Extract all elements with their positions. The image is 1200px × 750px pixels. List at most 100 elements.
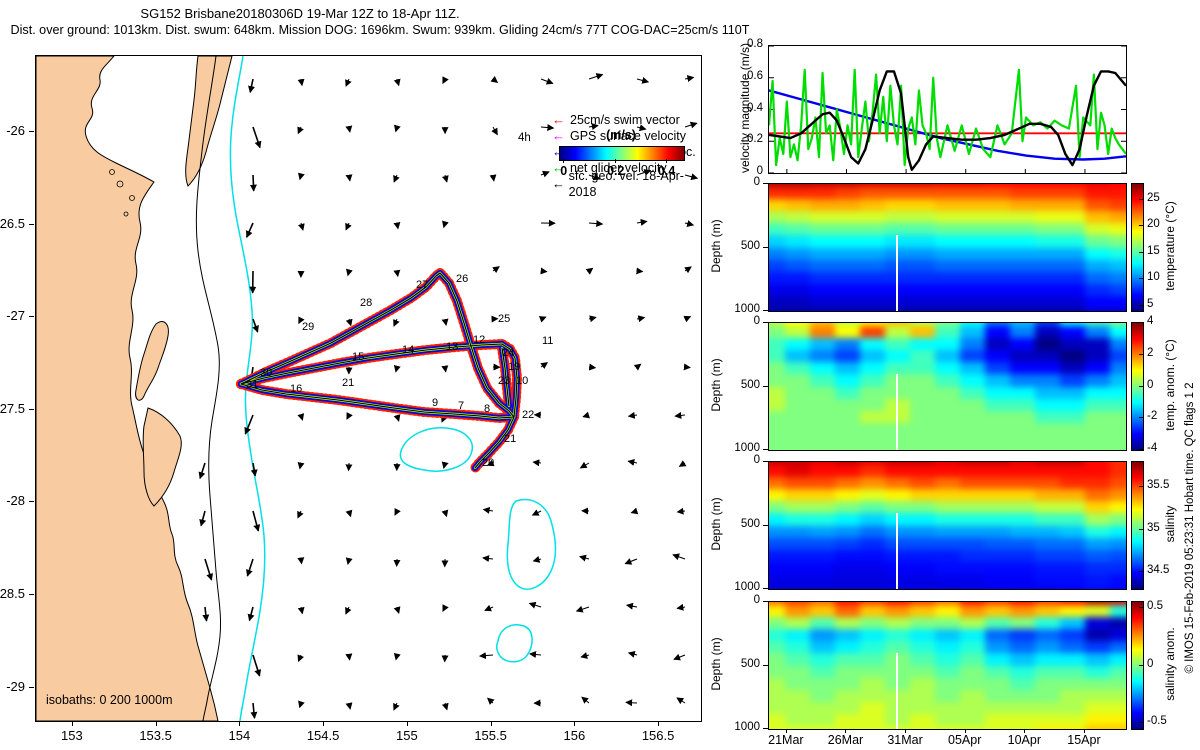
lon-tick: [574, 721, 576, 726]
heat-cell: [960, 585, 987, 589]
current-vector-arrow: [204, 558, 214, 581]
current-vector-arrow: [580, 652, 590, 659]
colorbar-tick-label: -2: [1147, 410, 1158, 423]
heat-cell: [985, 725, 1012, 729]
colorbar-tick: [1139, 449, 1143, 450]
current-vector-arrow: [297, 222, 305, 231]
current-vector-arrow: [246, 558, 254, 577]
dive-number-label: 8: [484, 403, 490, 415]
lon-tick-label: 154: [228, 728, 251, 743]
current-vector-arrow: [624, 558, 638, 565]
heat-cell: [935, 725, 962, 729]
current-vector-arrow: [676, 507, 686, 515]
vel-ytick-label: 0.8: [747, 38, 763, 50]
current-vector-arrow: [482, 506, 494, 514]
current-vector-arrow: [630, 507, 639, 515]
heat-cell: [1010, 307, 1037, 311]
current-vector-arrow: [676, 603, 686, 611]
legend-window-label: 4h: [518, 132, 531, 144]
lon-tick-label: 153.5: [139, 728, 172, 743]
current-vector-arrow: [636, 77, 650, 84]
temperature-depth-axis-label: Depth (m): [709, 219, 723, 273]
current-vector-arrow: [627, 411, 638, 419]
current-vector-arrow: [199, 510, 207, 527]
salinity-anomaly-panel: [768, 601, 1127, 730]
colorbar-tick-label: 4: [1147, 315, 1154, 327]
land-polygon: [135, 321, 169, 401]
colorbar-tick: [1139, 571, 1143, 573]
heat-cell: [1110, 307, 1126, 311]
dive-number-label: 29: [302, 321, 314, 333]
current-vector-arrow: [345, 653, 353, 661]
lon-tick-label: 153: [60, 728, 83, 743]
lat-tick-label: -27: [6, 308, 25, 324]
depth-tick: [763, 461, 768, 462]
current-vector-arrow: [252, 126, 262, 149]
dive-number-label: 14: [402, 344, 414, 356]
dive-number-label: 22: [522, 409, 534, 421]
colorbar-tick: [1139, 322, 1143, 323]
colorbar-tick-label: 15: [1147, 244, 1160, 257]
time-tick-label: 10Apr: [1007, 733, 1041, 747]
heat-cell: [1035, 585, 1062, 589]
current-vector-arrow: [627, 459, 638, 466]
colorbar-tick: [1139, 353, 1143, 355]
current-vector-arrow: [252, 654, 262, 677]
current-vector-arrow: [588, 220, 604, 228]
heat-cell: [860, 725, 887, 729]
dive-number-label: 27: [416, 279, 428, 291]
islet: [109, 169, 115, 175]
temperature-colorbar-label: temperature (°C): [1163, 201, 1177, 291]
dive-number-label: 26: [456, 273, 468, 285]
time-tick-label: 21Mar: [768, 733, 804, 747]
salinity-heatmap: [769, 462, 1126, 589]
data-gap-stripe: [896, 234, 899, 311]
heat-cell: [910, 585, 937, 589]
colorbar-tick: [1139, 664, 1143, 666]
current-vector-arrow: [633, 363, 642, 371]
lat-tick: [29, 501, 34, 503]
current-vector-arrow: [393, 702, 400, 711]
depth-tick-label: 0: [753, 454, 760, 466]
heat-cell: [1085, 585, 1112, 589]
current-vector-arrow: [298, 700, 305, 709]
current-vector-arrow: [298, 172, 305, 181]
dive-number-label: 19: [508, 361, 520, 373]
heat-cell: [769, 446, 787, 450]
heat-cell: [1085, 446, 1112, 450]
heat-cell: [1035, 446, 1062, 450]
heat-cell: [810, 725, 837, 729]
vel-ytick-label: 0.6: [747, 69, 763, 82]
isobath-1000m-closed: [506, 498, 557, 590]
heat-cell: [835, 725, 862, 729]
current-vector-arrow: [538, 316, 547, 323]
current-vector-arrow: [297, 654, 305, 663]
heat-cell: [769, 585, 787, 589]
heat-cell: [860, 446, 887, 450]
lon-tick: [406, 721, 408, 726]
current-vector-arrow: [684, 266, 692, 274]
figure-root: { "figure": { "title": "SG152 Brisbane20…: [0, 0, 1200, 750]
current-vector-arrow: [346, 412, 353, 420]
isobaths-label: isobaths: 0 200 1000m: [46, 693, 173, 707]
lat-tick-label: -29: [6, 678, 25, 694]
depth-tick-label: 500: [740, 517, 760, 530]
legend-units-label: (m/s): [606, 128, 636, 142]
current-vector-arrow: [540, 170, 550, 178]
current-vector-arrow: [579, 461, 590, 469]
legend-item-label: sfc. geo. vel. 18-Apr-2018: [568, 169, 684, 199]
current-vector-arrow: [673, 653, 686, 661]
current-vector-arrow: [588, 73, 604, 80]
depth-tick-label: 1000: [734, 303, 760, 315]
temp-anomaly-colorbar-label: temp. anom. (°C): [1163, 339, 1177, 431]
lon-tick-label: 154.5: [306, 728, 340, 743]
heat-cell: [1085, 725, 1112, 729]
depth-tick: [763, 664, 768, 666]
legend-cbar-tick: [562, 159, 564, 163]
vel-series-net-glider-velocity: [769, 68, 1126, 167]
vel-ytick-label: 0.4: [747, 101, 763, 114]
current-vector-arrow: [627, 650, 638, 658]
lon-tick: [239, 721, 241, 726]
heat-cell: [835, 585, 862, 589]
salinity-colorbar-label: salinity: [1163, 505, 1177, 543]
